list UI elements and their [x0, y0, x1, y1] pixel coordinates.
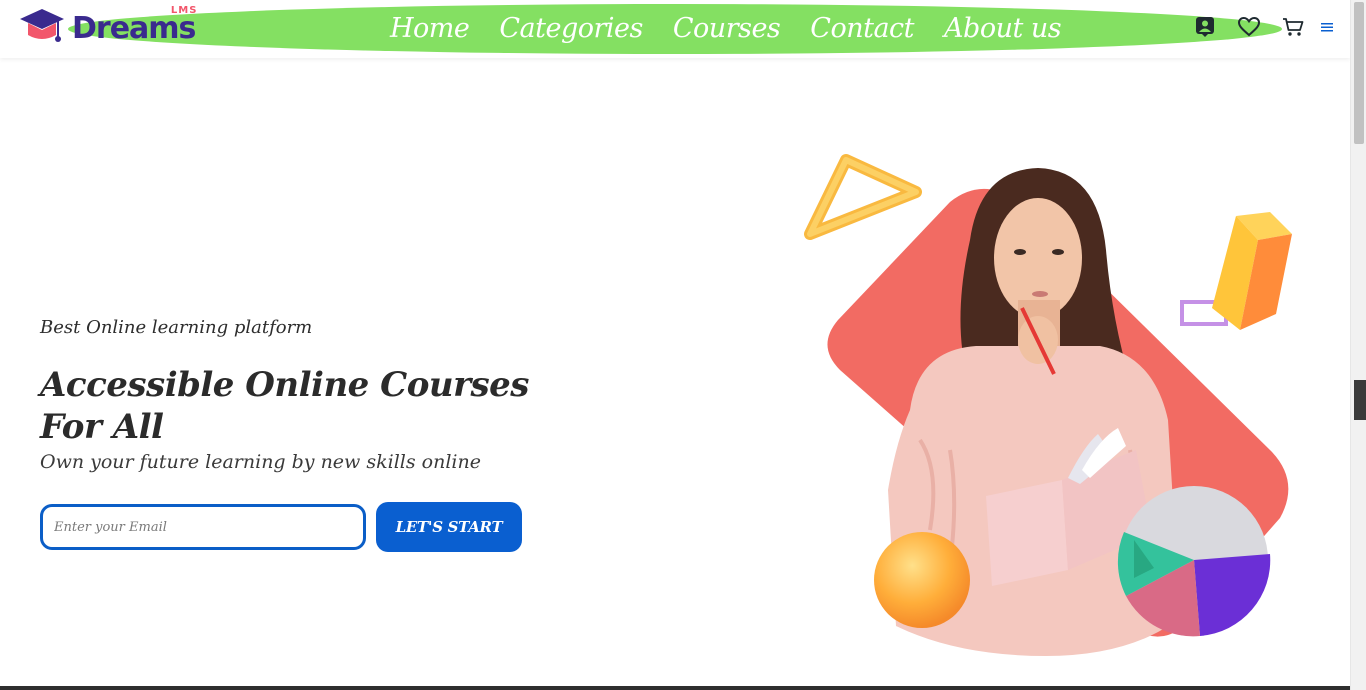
signup-form: LET'S START [40, 502, 560, 552]
nav-contact[interactable]: Contact [810, 13, 914, 44]
nav-about-us[interactable]: About us [944, 13, 1062, 44]
hero-eyebrow: Best Online learning platform [40, 317, 313, 338]
user-icon[interactable] [1192, 14, 1218, 40]
logo-badge: LMS [170, 4, 198, 16]
logo-wordmark: Dreams LMS [72, 5, 196, 46]
cart-icon[interactable] [1280, 14, 1306, 40]
logo[interactable]: Dreams LMS [18, 5, 196, 50]
side-tab[interactable] [1354, 380, 1366, 420]
graduation-cap-icon [18, 7, 66, 49]
main-nav: Home Categories Courses Contact About us [390, 6, 1062, 50]
hero-content: Best Online learning platform Accessible… [40, 312, 560, 552]
nav-categories[interactable]: Categories [499, 13, 643, 44]
scrollbar-thumb[interactable] [1354, 2, 1364, 144]
bottom-strip [0, 686, 1350, 690]
nav-courses[interactable]: Courses [673, 13, 781, 44]
hero-illustration-graphic [804, 154, 1292, 656]
heart-icon[interactable] [1236, 14, 1262, 40]
email-input[interactable] [40, 504, 366, 550]
hero-headline: Accessible Online Courses For All [40, 365, 529, 447]
hero-illustration [800, 150, 1310, 670]
site-header: Dreams LMS Home Categories Courses Conta… [0, 0, 1350, 58]
nav-home[interactable]: Home [390, 13, 470, 44]
page-scrollbar[interactable] [1350, 0, 1366, 690]
hero-subline: Own your future learning by new skills o… [40, 451, 481, 473]
header-actions [1192, 14, 1340, 40]
lets-start-button[interactable]: LET'S START [376, 502, 522, 552]
logo-text: Dreams [72, 10, 196, 46]
menu-icon[interactable] [1314, 14, 1340, 40]
page: Dreams LMS Home Categories Courses Conta… [0, 0, 1366, 690]
